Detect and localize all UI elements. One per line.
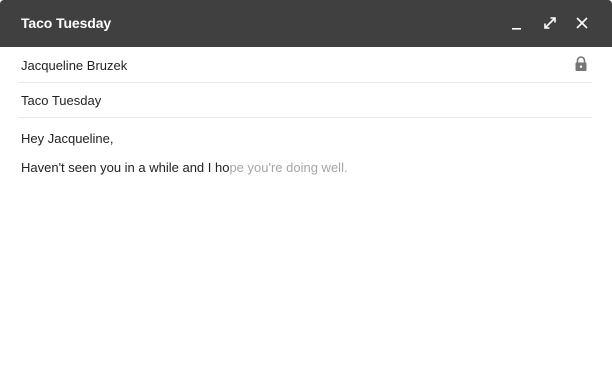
- confidential-lock[interactable]: [574, 56, 588, 72]
- compose-title: Taco Tuesday: [21, 15, 112, 31]
- full-screen-button[interactable]: [540, 13, 560, 33]
- body-line: Haven't seen you in a while and I hope y…: [21, 160, 348, 176]
- compose-title-bar[interactable]: Taco Tuesday: [0, 0, 612, 47]
- subject-field[interactable]: Taco Tuesday: [21, 93, 101, 109]
- lock-icon: [575, 56, 587, 71]
- smart-compose-suggestion[interactable]: pe you're doing well.: [229, 160, 347, 175]
- to-field[interactable]: Jacqueline Bruzek: [21, 58, 127, 74]
- minimize-button[interactable]: [507, 13, 527, 33]
- recipients-row: Jacqueline Bruzek: [19, 47, 592, 83]
- minimize-icon: [512, 28, 521, 30]
- compose-window: Taco Tuesday Jacqueline Bruzek Taco Tues…: [0, 0, 612, 389]
- body-greeting: Hey Jacqueline,: [21, 131, 114, 146]
- typed-text: Haven't seen you in a while and I ho: [21, 160, 230, 175]
- close-icon: [576, 17, 588, 29]
- close-button[interactable]: [572, 13, 592, 33]
- expand-icon: [544, 17, 556, 29]
- subject-row: Taco Tuesday: [19, 83, 592, 118]
